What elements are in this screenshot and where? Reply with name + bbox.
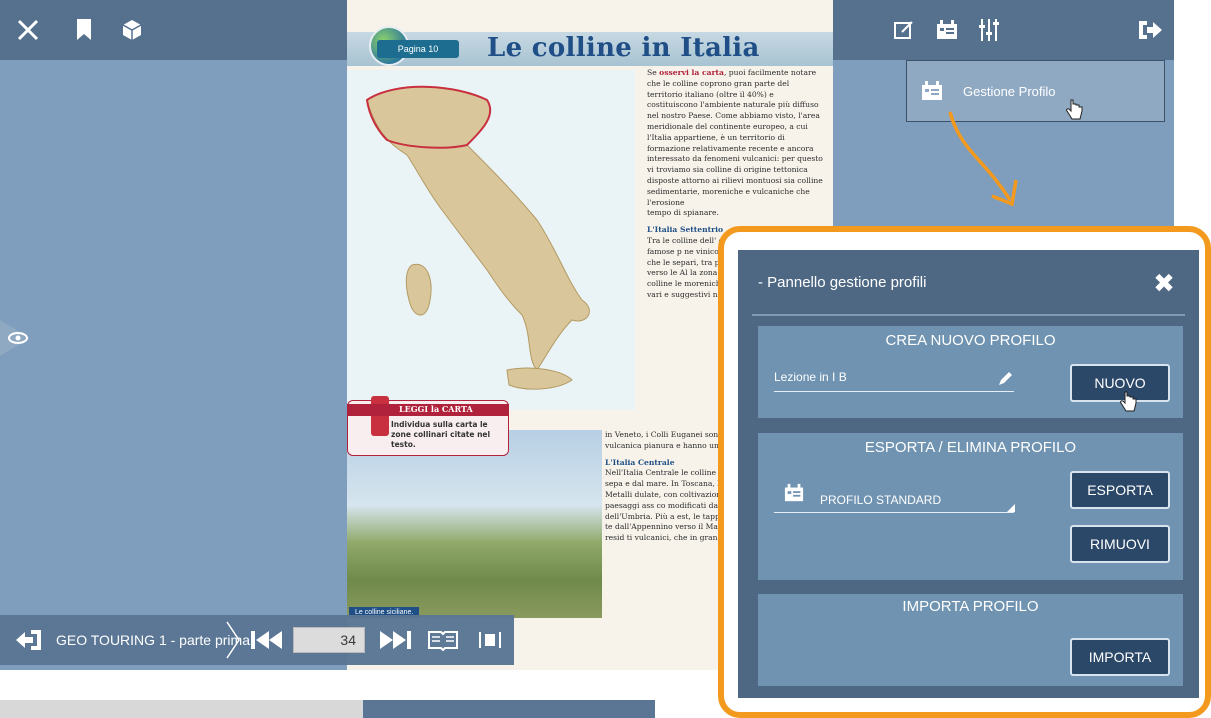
- sliders-icon[interactable]: [976, 16, 1002, 44]
- first-page-icon[interactable]: [248, 628, 284, 652]
- read-map-label: LEGGI la CARTA: [347, 404, 509, 416]
- export-section-title: ESPORTA / ELIMINA PROFILO: [864, 439, 1077, 456]
- intro-text: , puoi facilmente notare che le colline …: [647, 68, 823, 207]
- selected-profile-value: PROFILO STANDARD: [820, 493, 942, 507]
- profile-icon[interactable]: [934, 18, 960, 42]
- page-number-input[interactable]: 34: [293, 627, 365, 653]
- close-icon[interactable]: ✖: [1150, 269, 1178, 299]
- page-badge: Pagina 10: [377, 40, 459, 58]
- read-map-instruction: Individua sulla carta le zone collinari …: [391, 420, 491, 449]
- hand-cursor-icon: [1118, 390, 1138, 414]
- create-section-title: CREA NUOVO PROFILO: [885, 332, 1056, 349]
- screenshot-stage: Pagina 10 Le colline in Italia Se osserv…: [0, 0, 1211, 718]
- new-profile-name-value: Lezione in I B: [774, 370, 847, 384]
- export-profile-button[interactable]: ESPORTA: [1070, 471, 1170, 509]
- panel-divider: [752, 314, 1185, 316]
- exit-icon[interactable]: [1136, 18, 1164, 42]
- import-profile-button[interactable]: IMPORTA: [1070, 638, 1170, 676]
- italy-map: [347, 70, 635, 410]
- edit-note-icon[interactable]: [892, 18, 916, 42]
- hand-cursor-icon: [1064, 98, 1084, 122]
- page-title: Le colline in Italia: [487, 33, 760, 63]
- map-pin-icon: [371, 396, 389, 436]
- callout-arrow-icon: [948, 111, 1018, 207]
- import-section-title: IMPORTA PROFILO: [902, 598, 1039, 615]
- eye-icon: [0, 320, 30, 356]
- intro-tail: tempo di spianare.: [647, 208, 719, 218]
- intro-prefix: Se: [647, 68, 660, 77]
- page-strip-icon[interactable]: [476, 628, 504, 652]
- export-remove-profile-section: ESPORTA / ELIMINA PROFILO PROFILO STANDA…: [758, 433, 1183, 580]
- new-profile-name-input[interactable]: Lezione in I B: [774, 370, 1014, 392]
- dropdown-corner-icon: [1006, 503, 1016, 513]
- create-profile-section: CREA NUOVO PROFILO Lezione in I B NUOVO: [758, 326, 1183, 418]
- import-profile-section: IMPORTA PROFILO IMPORTA: [758, 594, 1183, 686]
- tools-icon[interactable]: [14, 16, 42, 44]
- hills-photo: [347, 430, 602, 618]
- last-page-icon[interactable]: [378, 628, 414, 652]
- profile-icon: [919, 80, 945, 102]
- panel-title: - Pannello gestione profili: [758, 274, 927, 291]
- top-toolbar-right: [833, 0, 1174, 60]
- back-arrow-icon[interactable]: [14, 627, 44, 653]
- book-title: GEO TOURING 1 - parte prima: [56, 632, 250, 648]
- pencil-icon: [996, 370, 1014, 388]
- remove-profile-button[interactable]: RIMUOVI: [1070, 525, 1170, 563]
- bookmark-icon[interactable]: [72, 16, 96, 44]
- chevron-right-icon: [224, 620, 242, 660]
- side-panel-toggle[interactable]: [0, 320, 50, 356]
- open-book-icon[interactable]: [426, 628, 460, 652]
- left-pane: [0, 0, 347, 670]
- intro-highlight: osservi la carta: [659, 68, 724, 77]
- cube-icon[interactable]: [118, 16, 146, 44]
- profile-menu-label: Gestione Profilo: [963, 83, 1056, 99]
- next-view-toolbar-strip: [363, 700, 655, 718]
- profile-icon: [782, 483, 806, 503]
- top-toolbar-left: [0, 0, 347, 60]
